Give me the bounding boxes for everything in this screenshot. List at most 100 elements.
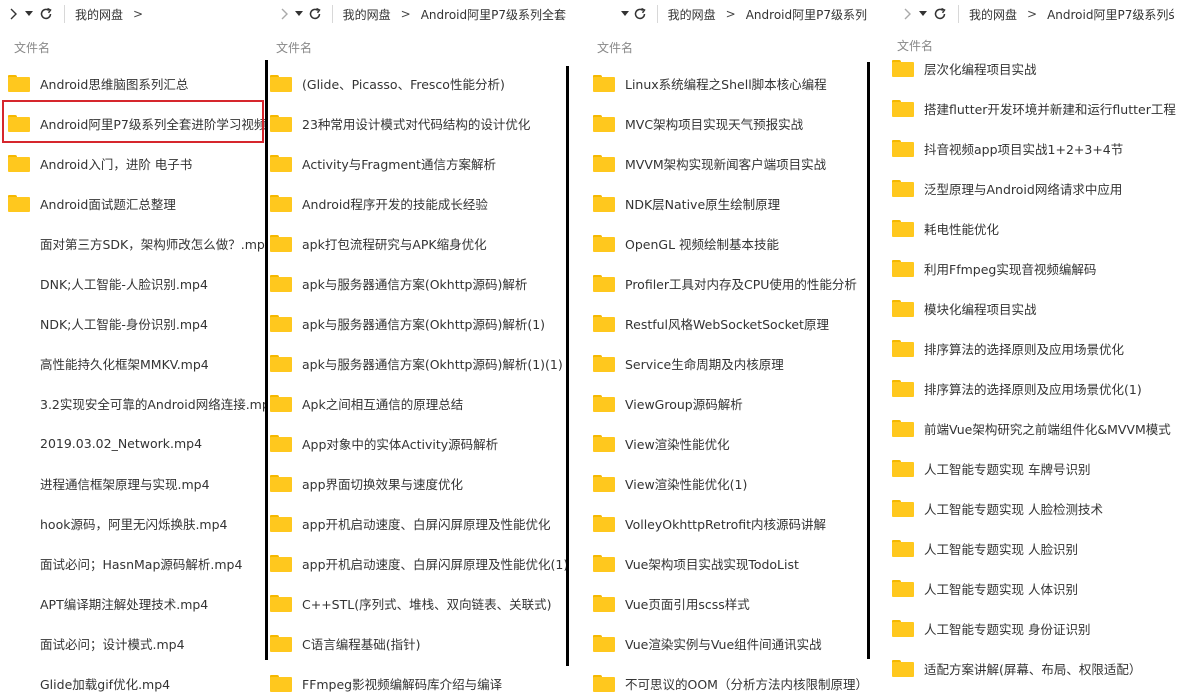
breadcrumb-item[interactable]: 我的网盘 <box>969 6 1017 23</box>
folder-row[interactable]: 不可思议的OOM（分析方法内核限制原理） <box>591 663 867 695</box>
folder-row[interactable]: C++STL(序列式、堆栈、双向链表、关联式) <box>268 583 566 623</box>
file-row[interactable]: APT编译期注解处理技术.mp4 <box>0 583 265 623</box>
folder-row[interactable]: Activity与Fragment通信方案解析 <box>268 143 566 183</box>
folder-row[interactable]: 泛型原理与Android网络请求中应用 <box>870 168 1186 208</box>
file-row[interactable]: 高性能持久化框架MMKV.mp4 <box>0 343 265 383</box>
caret-down-icon[interactable] <box>619 0 631 28</box>
folder-row[interactable]: Apk之间相互通信的原理总结 <box>268 383 566 423</box>
folder-row[interactable]: Linux系统编程之Shell脚本核心编程 <box>591 63 867 103</box>
file-name: Activity与Fragment通信方案解析 <box>302 156 496 172</box>
folder-row[interactable]: MVVM架构实现新闻客户端项目实战 <box>591 143 867 183</box>
file-row[interactable]: 面试必问；设计模式.mp4 <box>0 623 265 663</box>
file-name: View渲染性能优化 <box>625 436 730 452</box>
folder-row[interactable]: app开机启动速度、白屏闪屏原理及性能优化 <box>268 503 566 543</box>
folder-row[interactable]: 适配方案讲解(屏幕、布局、权限适配） <box>870 648 1186 688</box>
chevron-right-icon[interactable] <box>276 0 293 28</box>
folder-row[interactable]: 抖音视频app项目实战1+2+3+4节 <box>870 128 1186 168</box>
folder-row[interactable]: App对象中的实体Activity源码解析 <box>268 423 566 463</box>
folder-row[interactable]: Android面试题汇总整理 <box>0 183 265 223</box>
folder-row[interactable]: app开机启动速度、白屏闪屏原理及性能优化(1) <box>268 543 566 583</box>
breadcrumb-separator-icon: > <box>133 7 144 21</box>
refresh-icon[interactable] <box>305 0 323 28</box>
folder-icon <box>892 299 914 317</box>
folder-row[interactable]: Vue渲染实例与Vue组件间通讯实战 <box>591 623 867 663</box>
folder-row[interactable]: apk打包流程研究与APK缩身优化 <box>268 223 566 263</box>
breadcrumb-separator-icon: > <box>725 7 736 21</box>
breadcrumb-item[interactable]: 我的网盘 <box>343 6 391 23</box>
file-row[interactable]: 3.2实现安全可靠的Android网络连接.mp4 <box>0 383 265 423</box>
folder-row[interactable]: NDK层Native原生绘制原理 <box>591 183 867 223</box>
folder-row[interactable]: 前端Vue架构研究之前端组件化&MVVM模式 <box>870 408 1186 448</box>
chevron-right-icon[interactable] <box>898 0 916 28</box>
folder-row[interactable]: 人工智能专题实现 人体识别 <box>870 568 1186 608</box>
file-name: 人工智能专题实现 人脸识别 <box>924 541 1078 557</box>
folder-row[interactable]: 人工智能专题实现 车牌号识别 <box>870 448 1186 488</box>
folder-row[interactable]: Android阿里P7级系列全套进阶学习视频 <box>0 103 265 143</box>
folder-row[interactable]: 人工智能专题实现 身份证识别 <box>870 608 1186 648</box>
folder-icon <box>8 74 30 92</box>
file-row[interactable]: DNK;人工智能-人脸识别.mp4 <box>0 263 265 303</box>
folder-row[interactable]: Vue架构项目实战实现TodoList <box>591 543 867 583</box>
breadcrumb-item[interactable]: Android阿里P7级系列全套 <box>421 6 566 23</box>
folder-row[interactable]: Service生命周期及内核原理 <box>591 343 867 383</box>
folder-row[interactable]: apk与服务器通信方案(Okhttp源码)解析(1)(1) <box>268 343 566 383</box>
caret-down-icon[interactable] <box>916 0 930 28</box>
folder-icon <box>270 474 292 492</box>
folder-row[interactable]: FFmpeg影视频编解码库介绍与编译 <box>268 663 566 695</box>
caret-down-icon[interactable] <box>293 0 306 28</box>
folder-row[interactable]: 模块化编程项目实战 <box>870 288 1186 328</box>
folder-row[interactable]: Restful风格WebSocketSocket原理 <box>591 303 867 343</box>
caret-down-icon[interactable] <box>22 0 36 28</box>
breadcrumb-item[interactable]: Android阿里P7级系列 <box>746 6 867 23</box>
file-name: apk与服务器通信方案(Okhttp源码)解析(1)(1) <box>302 356 563 372</box>
file-row[interactable]: 进程通信框架原理与实现.mp4 <box>0 463 265 503</box>
folder-row[interactable]: 排序算法的选择原则及应用场景优化 <box>870 328 1186 368</box>
folder-row[interactable]: Android程序开发的技能成长经验 <box>268 183 566 223</box>
folder-row[interactable]: app界面切换效果与速度优化 <box>268 463 566 503</box>
folder-row[interactable]: (Glide、Picasso、Fresco性能分析) <box>268 63 566 103</box>
folder-row[interactable]: 搭建flutter开发环境并新建和运行flutter工程 <box>870 88 1186 128</box>
folder-row[interactable]: View渲染性能优化(1) <box>591 463 867 503</box>
folder-row[interactable]: apk与服务器通信方案(Okhttp源码)解析(1) <box>268 303 566 343</box>
file-row[interactable]: 面对第三方SDK，架构师改怎么做？.mp4 <box>0 223 265 263</box>
breadcrumb-item[interactable]: 我的网盘 <box>75 6 123 23</box>
folder-row[interactable]: 耗电性能优化 <box>870 208 1186 248</box>
breadcrumb-item[interactable]: 我的网盘 <box>668 6 716 23</box>
folder-row[interactable]: 利用Ffmpeg实现音视频编解码 <box>870 248 1186 288</box>
folder-row[interactable]: 人工智能专题实现 人脸识别 <box>870 528 1186 568</box>
folder-row[interactable]: MVC架构项目实现天气预报实战 <box>591 103 867 143</box>
refresh-icon[interactable] <box>36 0 56 28</box>
file-row[interactable]: 面试必问；HasnMap源码解析.mp4 <box>0 543 265 583</box>
refresh-icon[interactable] <box>631 0 649 28</box>
file-row[interactable]: hook源码，阿里无闪烁换肤.mp4 <box>0 503 265 543</box>
folder-row[interactable]: 排序算法的选择原则及应用场景优化(1) <box>870 368 1186 408</box>
folder-row[interactable]: VolleyOkhttpRetrofit内核源码讲解 <box>591 503 867 543</box>
chevron-right-icon[interactable] <box>4 0 22 28</box>
column-header-name[interactable]: 文件名 <box>569 37 867 59</box>
folder-row[interactable]: 层次化编程项目实战 <box>870 48 1186 88</box>
file-name: 面试必问；设计模式.mp4 <box>40 636 185 652</box>
file-row[interactable]: 2019.03.02_Network.mp4 <box>0 423 265 463</box>
file-row[interactable]: NDK;人工智能-身份识别.mp4 <box>0 303 265 343</box>
file-row[interactable]: Glide加载gif优化.mp4 <box>0 663 265 695</box>
folder-row[interactable]: View渲染性能优化 <box>591 423 867 463</box>
file-panel-root: 我的网盘 > 文件名 Android思维脑图系列汇总 Android阿里P7级系列… <box>0 0 265 695</box>
folder-row[interactable]: apk与服务器通信方案(Okhttp源码)解析 <box>268 263 566 303</box>
file-name: Vue页面引用scss样式 <box>625 596 750 612</box>
column-header-name[interactable]: 文件名 <box>0 37 265 59</box>
folder-row[interactable]: C语言编程基础(指针) <box>268 623 566 663</box>
file-name: DNK;人工智能-人脸识别.mp4 <box>40 276 208 292</box>
folder-row[interactable]: 人工智能专题实现 人脸检测技术 <box>870 488 1186 528</box>
breadcrumb-item[interactable]: Android阿里P7级系列ś <box>1047 6 1175 23</box>
refresh-icon[interactable] <box>930 0 950 28</box>
folder-row[interactable]: Profiler工具对内存及CPU使用的性能分析 <box>591 263 867 303</box>
file-name: Android面试题汇总整理 <box>40 196 176 212</box>
folder-row[interactable]: Android入门，进阶 电子书 <box>0 143 265 183</box>
folder-row[interactable]: Android思维脑图系列汇总 <box>0 63 265 103</box>
column-header-name[interactable]: 文件名 <box>268 37 566 59</box>
folder-row[interactable]: ViewGroup源码解析 <box>591 383 867 423</box>
folder-row[interactable]: Vue页面引用scss样式 <box>591 583 867 623</box>
file-name: hook源码，阿里无闪烁换肤.mp4 <box>40 516 228 532</box>
folder-row[interactable]: OpenGL 视频绘制基本技能 <box>591 223 867 263</box>
folder-row[interactable]: 23种常用设计模式对代码结构的设计优化 <box>268 103 566 143</box>
